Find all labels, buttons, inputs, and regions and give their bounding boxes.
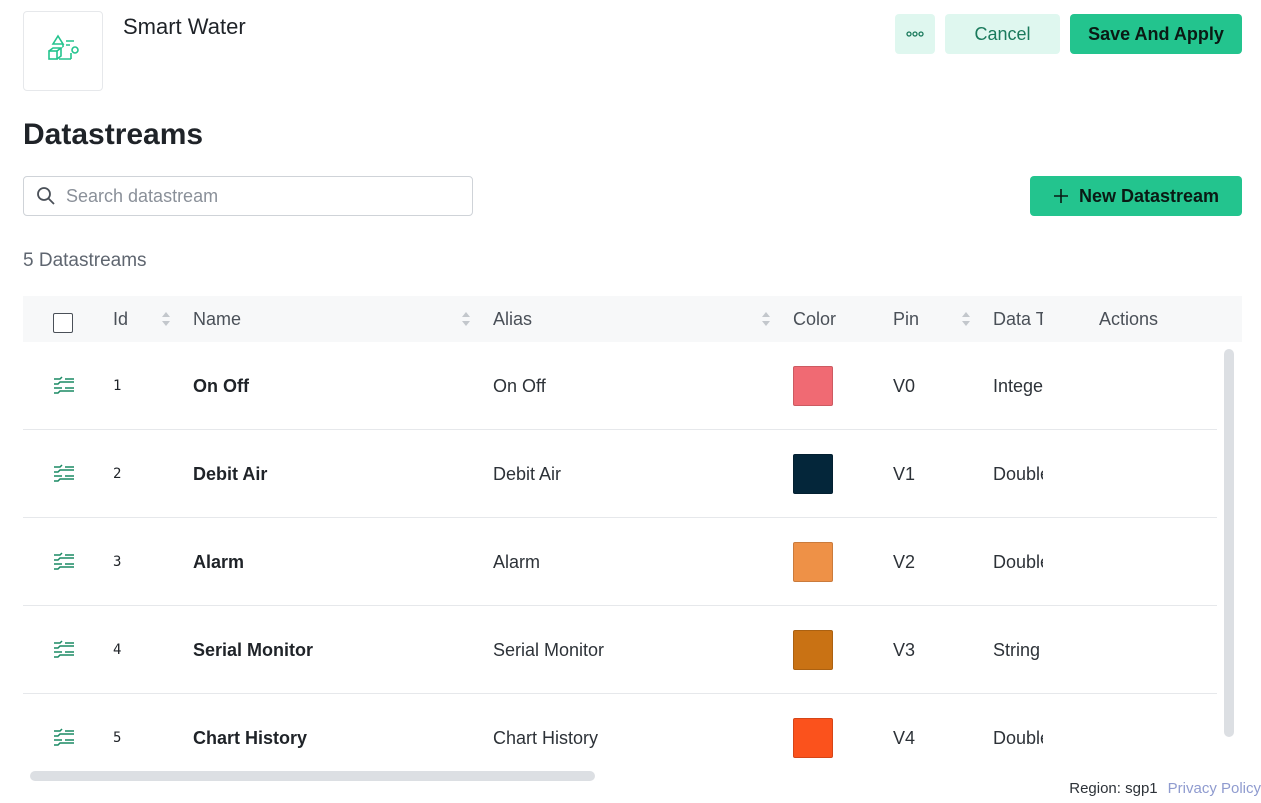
- datastream-data-type: String: [993, 639, 1041, 660]
- datastream-pin: V1: [893, 463, 916, 484]
- datastream-name[interactable]: Chart History: [193, 694, 307, 767]
- datastream-color-cell: [793, 342, 833, 430]
- datastream-name[interactable]: Serial Monitor: [193, 606, 313, 694]
- datastream-type-icon[interactable]: [53, 342, 75, 430]
- column-header-actions: Actions: [1099, 309, 1159, 329]
- datastream-type-icon[interactable]: [53, 518, 75, 606]
- datastream-id: 1: [113, 378, 122, 394]
- datastream-color-cell: [793, 606, 833, 694]
- datastream-icon: [54, 464, 74, 482]
- datastream-icon: [54, 640, 74, 658]
- datastream-name[interactable]: Debit Air: [193, 430, 267, 518]
- datastream-alias: Alarm: [493, 551, 541, 572]
- search-icon: [37, 187, 55, 205]
- datastream-data-type: Double: [993, 727, 1043, 748]
- datastream-icon: [54, 728, 74, 746]
- horizontal-scrollbar[interactable]: [30, 771, 595, 781]
- color-swatch: [793, 454, 833, 494]
- save-and-apply-button[interactable]: Save And Apply: [1070, 14, 1242, 54]
- datastream-alias: On Off: [493, 375, 546, 396]
- color-swatch: [793, 718, 833, 758]
- datastream-color-cell: [793, 518, 833, 606]
- datastream-id: 4: [113, 642, 122, 658]
- table-header: Id Name Alias Color Pin Data T Actions: [23, 296, 1242, 342]
- datastream-data-type: Double: [993, 551, 1043, 572]
- datastream-alias: Chart History: [493, 727, 599, 748]
- datastream-icon: [54, 376, 74, 394]
- table-body: 1 On Off On Off V0 Intege 2 Debit Air De…: [23, 342, 1217, 767]
- datastream-pin: V4: [893, 727, 916, 748]
- datastream-color-cell: [793, 694, 833, 767]
- datastream-type-icon[interactable]: [53, 694, 75, 767]
- more-button[interactable]: [895, 14, 935, 54]
- column-header-color: Color: [793, 309, 837, 329]
- datastream-pin: V3: [893, 639, 916, 660]
- sort-icon[interactable]: [961, 310, 971, 328]
- datastream-color-cell: [793, 430, 833, 518]
- datastream-type-icon[interactable]: [53, 430, 75, 518]
- region-label: Region: sgp1: [1069, 780, 1158, 797]
- datastream-alias: Serial Monitor: [493, 639, 605, 660]
- datastream-pin: V2: [893, 551, 916, 572]
- device-name: Smart Water: [123, 14, 246, 39]
- device-template-icon: [48, 34, 79, 60]
- table-row[interactable]: 4 Serial Monitor Serial Monitor V3 Strin…: [23, 606, 1217, 694]
- column-header-pin[interactable]: Pin: [893, 296, 919, 342]
- datastream-id: 2: [113, 466, 122, 482]
- search-input[interactable]: [66, 185, 446, 207]
- column-header-id[interactable]: Id: [113, 296, 128, 342]
- datastream-data-type: Double: [993, 463, 1043, 484]
- datastream-pin: V0: [893, 375, 916, 396]
- column-header-alias[interactable]: Alias: [493, 296, 532, 342]
- color-swatch: [793, 542, 833, 582]
- privacy-policy-link[interactable]: Privacy Policy: [1168, 780, 1261, 797]
- search-box[interactable]: [23, 176, 473, 216]
- new-datastream-label: New Datastream: [1078, 185, 1220, 206]
- footer: Region: sgp1 Privacy Policy: [1069, 780, 1261, 797]
- datastream-type-icon[interactable]: [53, 606, 75, 694]
- select-all-checkbox[interactable]: [53, 313, 73, 333]
- datastream-icon: [54, 552, 74, 570]
- column-header-data-type[interactable]: Data T: [993, 296, 1043, 342]
- column-header-name[interactable]: Name: [193, 296, 241, 342]
- new-datastream-button[interactable]: New Datastream: [1030, 176, 1242, 216]
- cancel-button[interactable]: Cancel: [945, 14, 1060, 54]
- datastream-data-type: Intege: [993, 375, 1043, 396]
- sort-icon[interactable]: [461, 310, 471, 328]
- color-swatch: [793, 366, 833, 406]
- datastream-id: 3: [113, 554, 122, 570]
- datastream-alias: Debit Air: [493, 463, 562, 484]
- table-row[interactable]: 5 Chart History Chart History V4 Double: [23, 694, 1217, 767]
- table-row[interactable]: 1 On Off On Off V0 Intege: [23, 342, 1217, 430]
- vertical-scrollbar[interactable]: [1224, 349, 1234, 737]
- datastream-name[interactable]: On Off: [193, 342, 249, 430]
- sort-icon[interactable]: [161, 310, 171, 328]
- more-dots-icon: [906, 31, 924, 37]
- device-icon-tile: [23, 11, 103, 91]
- sort-icon[interactable]: [761, 310, 771, 328]
- table-row[interactable]: 2 Debit Air Debit Air V1 Double: [23, 430, 1217, 518]
- color-swatch: [793, 630, 833, 670]
- page-title: Datastreams: [23, 118, 204, 151]
- datastream-name[interactable]: Alarm: [193, 518, 244, 606]
- table-row[interactable]: 3 Alarm Alarm V2 Double: [23, 518, 1217, 606]
- plus-icon: [1053, 189, 1068, 203]
- datastream-id: 5: [113, 730, 122, 746]
- datastream-count: 5 Datastreams: [23, 250, 147, 271]
